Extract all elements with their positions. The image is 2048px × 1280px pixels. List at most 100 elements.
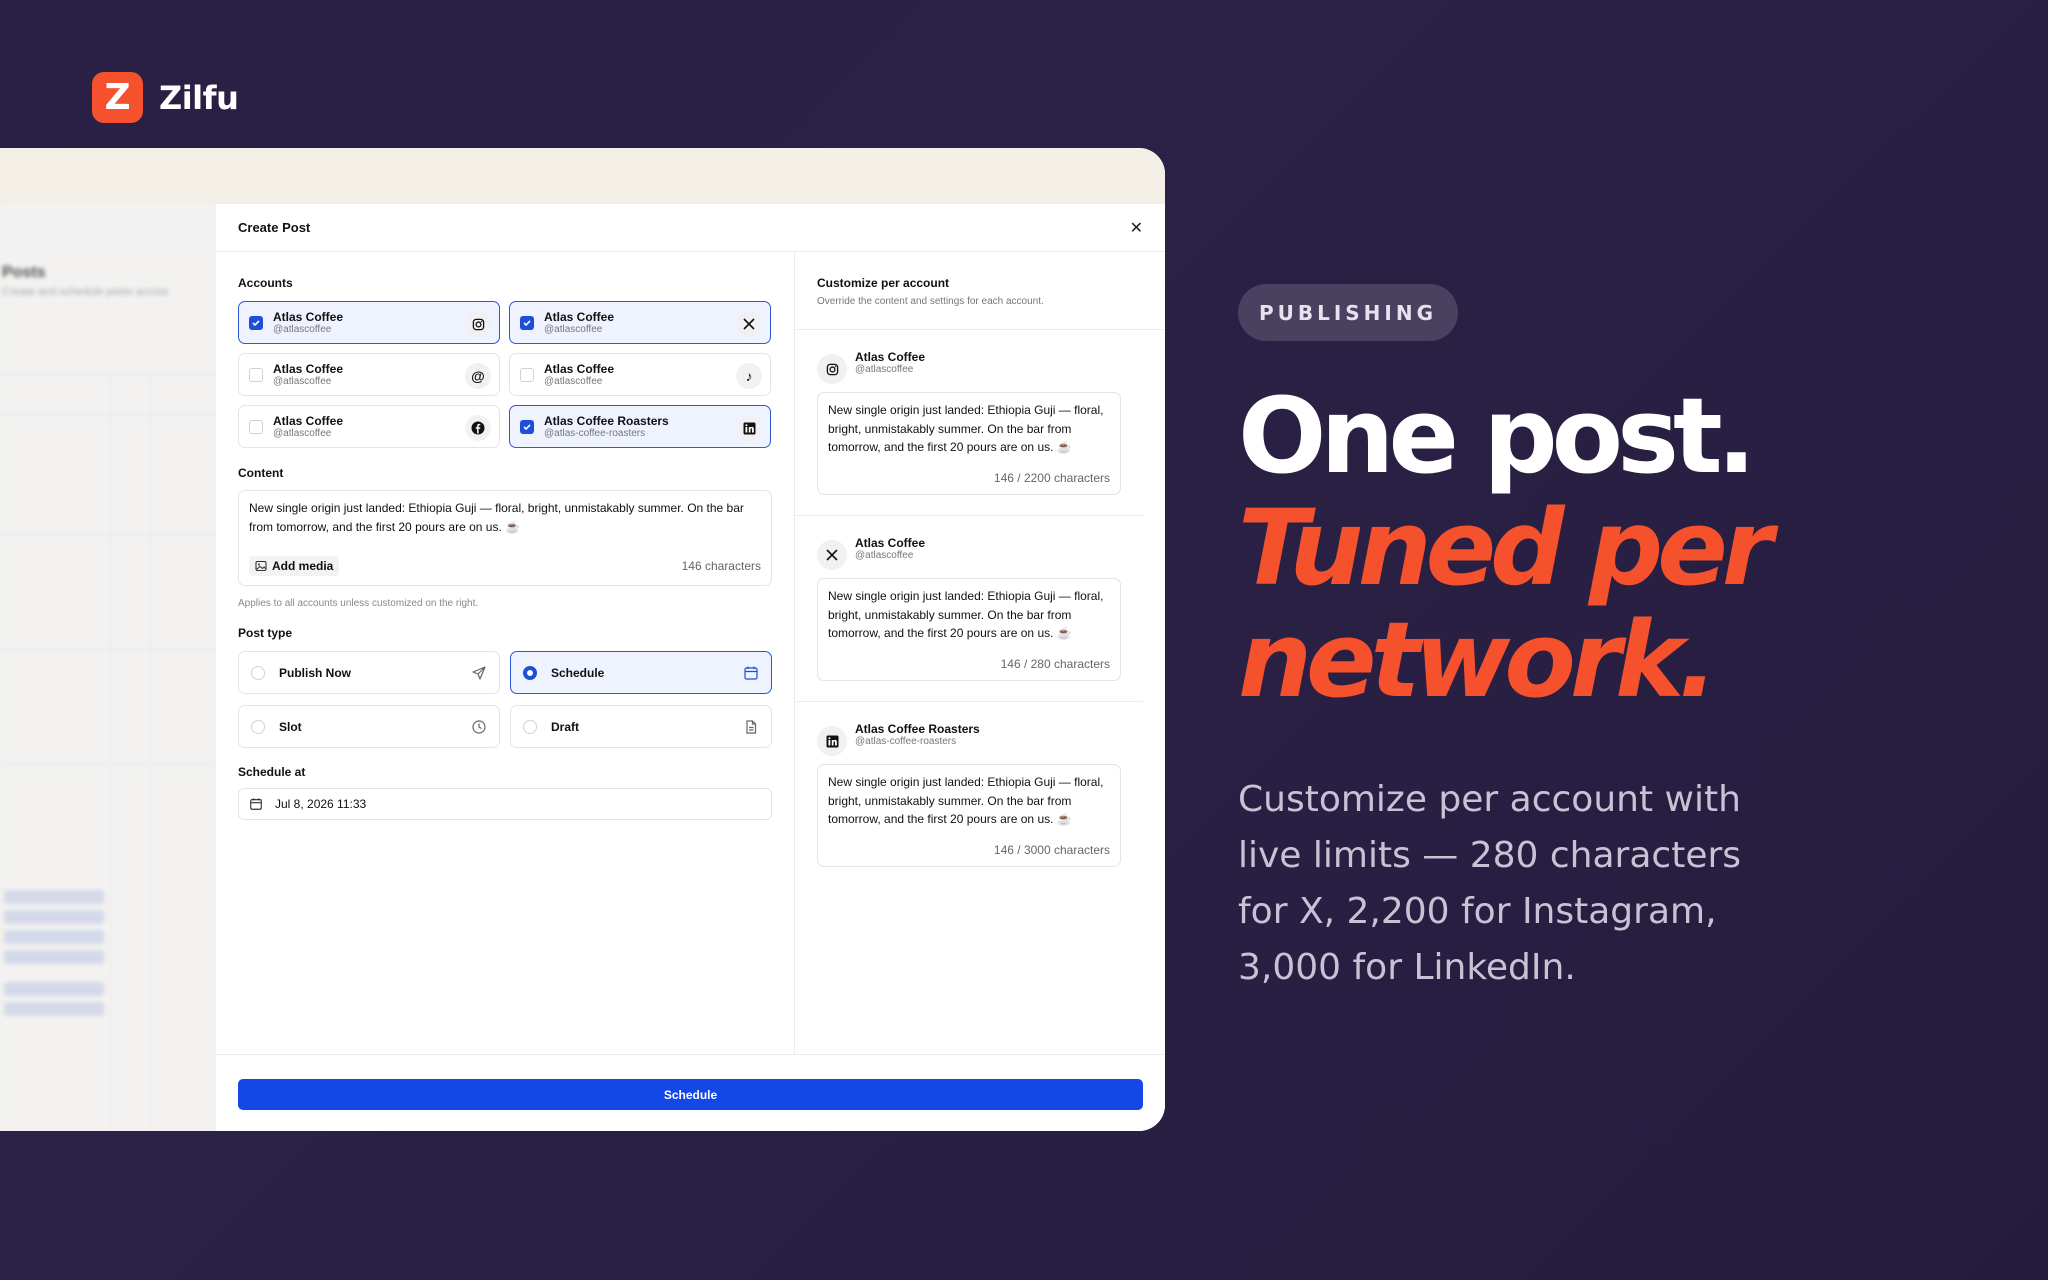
brand-name: Zilfu [159, 78, 239, 117]
x-icon [817, 540, 847, 570]
post-type-label-text: Draft [551, 719, 580, 734]
card-account-name: Atlas Coffee [855, 536, 926, 550]
account-name: Atlas Coffee [544, 361, 615, 376]
x-icon [736, 311, 762, 337]
account-option-instagram[interactable]: Atlas Coffee @atlascoffee [238, 301, 500, 344]
calendar-icon [250, 798, 262, 810]
zilfu-logo-icon: Z [92, 72, 143, 123]
checkbox[interactable] [520, 315, 534, 330]
close-icon[interactable]: ✕ [1130, 218, 1143, 238]
post-type-label-text: Publish Now [279, 665, 351, 680]
tiktok-icon: ♪ [736, 363, 762, 389]
customize-card-instagram: Atlas Coffee @atlascoffee New single orig… [795, 330, 1143, 516]
checkbox[interactable] [520, 419, 534, 434]
customize-header: Customize per account Override the conte… [795, 252, 1165, 330]
checkbox[interactable] [249, 315, 263, 330]
card-content-textarea[interactable]: New single origin just landed: Ethiopia … [817, 392, 1121, 495]
content-label: Content [238, 466, 284, 480]
card-content-textarea[interactable]: New single origin just landed: Ethiopia … [817, 764, 1121, 867]
account-handle: @atlascoffee [273, 375, 332, 387]
schedule-button[interactable]: Schedule [238, 1079, 1143, 1110]
card-character-count: 146 / 280 characters [1000, 657, 1110, 671]
content-hint: Applies to all accounts unless customize… [238, 598, 479, 609]
account-handle: @atlas-coffee-roasters [544, 427, 646, 439]
customize-title: Customize per account [817, 276, 950, 290]
account-handle: @atlascoffee [273, 323, 332, 335]
account-handle: @atlascoffee [544, 375, 603, 387]
content-textarea[interactable]: New single origin just landed: Ethiopia … [238, 490, 772, 586]
linkedin-icon [736, 415, 762, 441]
checkbox[interactable] [249, 367, 263, 382]
account-name: Atlas Coffee Roasters [544, 413, 669, 428]
post-type-label: Post type [238, 626, 293, 640]
card-content-text[interactable]: New single origin just landed: Ethiopia … [828, 587, 1110, 643]
checkbox[interactable] [249, 419, 263, 434]
account-option-linkedin[interactable]: Atlas Coffee Roasters @atlas-coffee-roast… [509, 405, 771, 448]
file-icon [746, 720, 757, 734]
account-name: Atlas Coffee [544, 309, 615, 324]
customize-card-x: Atlas Coffee @atlascoffee New single orig… [795, 516, 1143, 702]
app-window: Posts Create and schedule posts across C… [0, 148, 1165, 1131]
brand: Z Zilfu [92, 72, 239, 123]
compose-column: Accounts Atlas Coffee @atlascoffee Atlas … [238, 252, 772, 820]
radio[interactable] [251, 665, 265, 680]
card-content-textarea[interactable]: New single origin just landed: Ethiopia … [817, 578, 1121, 681]
card-account-name: Atlas Coffee Roasters [855, 722, 980, 736]
image-icon [255, 560, 267, 572]
card-account-handle: @atlascoffee [855, 550, 914, 561]
account-option-tiktok[interactable]: Atlas Coffee @atlascoffee ♪ [509, 353, 771, 396]
post-type-label-text: Schedule [551, 665, 605, 680]
card-content-text[interactable]: New single origin just landed: Ethiopia … [828, 401, 1110, 457]
threads-icon: @ [465, 363, 491, 389]
clock-icon [472, 720, 486, 734]
customize-subtitle: Override the content and settings for ea… [817, 296, 1044, 307]
send-icon [472, 666, 486, 680]
card-content-text[interactable]: New single origin just landed: Ethiopia … [828, 773, 1110, 829]
facebook-icon [465, 415, 491, 441]
modal-header: Create Post ✕ [216, 204, 1165, 252]
schedule-datetime-input[interactable]: Jul 8, 2026 11:33 [238, 788, 772, 820]
account-option-x[interactable]: Atlas Coffee @atlascoffee [509, 301, 771, 344]
calendar-icon [744, 666, 758, 680]
instagram-icon [465, 311, 491, 337]
account-handle: @atlascoffee [273, 427, 332, 439]
category-pill: PUBLISHING [1238, 284, 1458, 341]
account-option-threads[interactable]: Atlas Coffee @atlascoffee @ [238, 353, 500, 396]
customize-card-linkedin: Atlas Coffee Roasters @atlas-coffee-roast… [795, 702, 1143, 887]
background-page-blurred: Posts Create and schedule posts across [0, 204, 216, 1131]
add-media-button[interactable]: Add media [249, 556, 340, 576]
customize-column: Customize per account Override the conte… [794, 252, 1165, 1054]
checkbox[interactable] [520, 367, 534, 382]
app-topbar [0, 148, 1165, 204]
headline-line-1: One post. [1238, 375, 1756, 497]
account-option-facebook[interactable]: Atlas Coffee @atlascoffee [238, 405, 500, 448]
schedule-value: Jul 8, 2026 11:33 [275, 797, 367, 811]
account-name: Atlas Coffee [273, 309, 344, 324]
account-handle: @atlascoffee [544, 323, 603, 335]
card-account-name: Atlas Coffee [855, 350, 926, 364]
linkedin-icon [817, 726, 847, 756]
card-character-count: 146 / 2200 characters [993, 471, 1110, 485]
instagram-icon [817, 354, 847, 384]
post-type-slot[interactable]: Slot [238, 705, 500, 748]
add-media-label: Add media [272, 559, 334, 573]
create-post-modal: Create Post ✕ Accounts Atlas Coffee @atla… [216, 204, 1165, 1131]
modal-footer: Schedule [216, 1054, 1165, 1131]
content-text[interactable]: New single origin just landed: Ethiopia … [249, 499, 761, 537]
post-type-options: Publish Now Schedule Slot Draft [238, 651, 772, 748]
radio[interactable] [523, 719, 537, 734]
subtext: Customize per account with live limits —… [1238, 779, 1742, 988]
headline-line-3: network. [1238, 599, 1718, 721]
account-name: Atlas Coffee [273, 361, 344, 376]
radio[interactable] [523, 665, 537, 680]
post-type-label-text: Slot [279, 719, 302, 734]
post-type-draft[interactable]: Draft [510, 705, 772, 748]
schedule-at-label: Schedule at [238, 765, 306, 779]
headline: One post. Tuned per network. [1238, 375, 1773, 721]
post-type-schedule[interactable]: Schedule [510, 651, 772, 694]
radio[interactable] [251, 719, 265, 734]
headline-line-2: Tuned per [1238, 487, 1773, 609]
post-type-publish-now[interactable]: Publish Now [238, 651, 500, 694]
accounts-label: Accounts [238, 276, 293, 290]
card-character-count: 146 / 3000 characters [993, 843, 1110, 857]
